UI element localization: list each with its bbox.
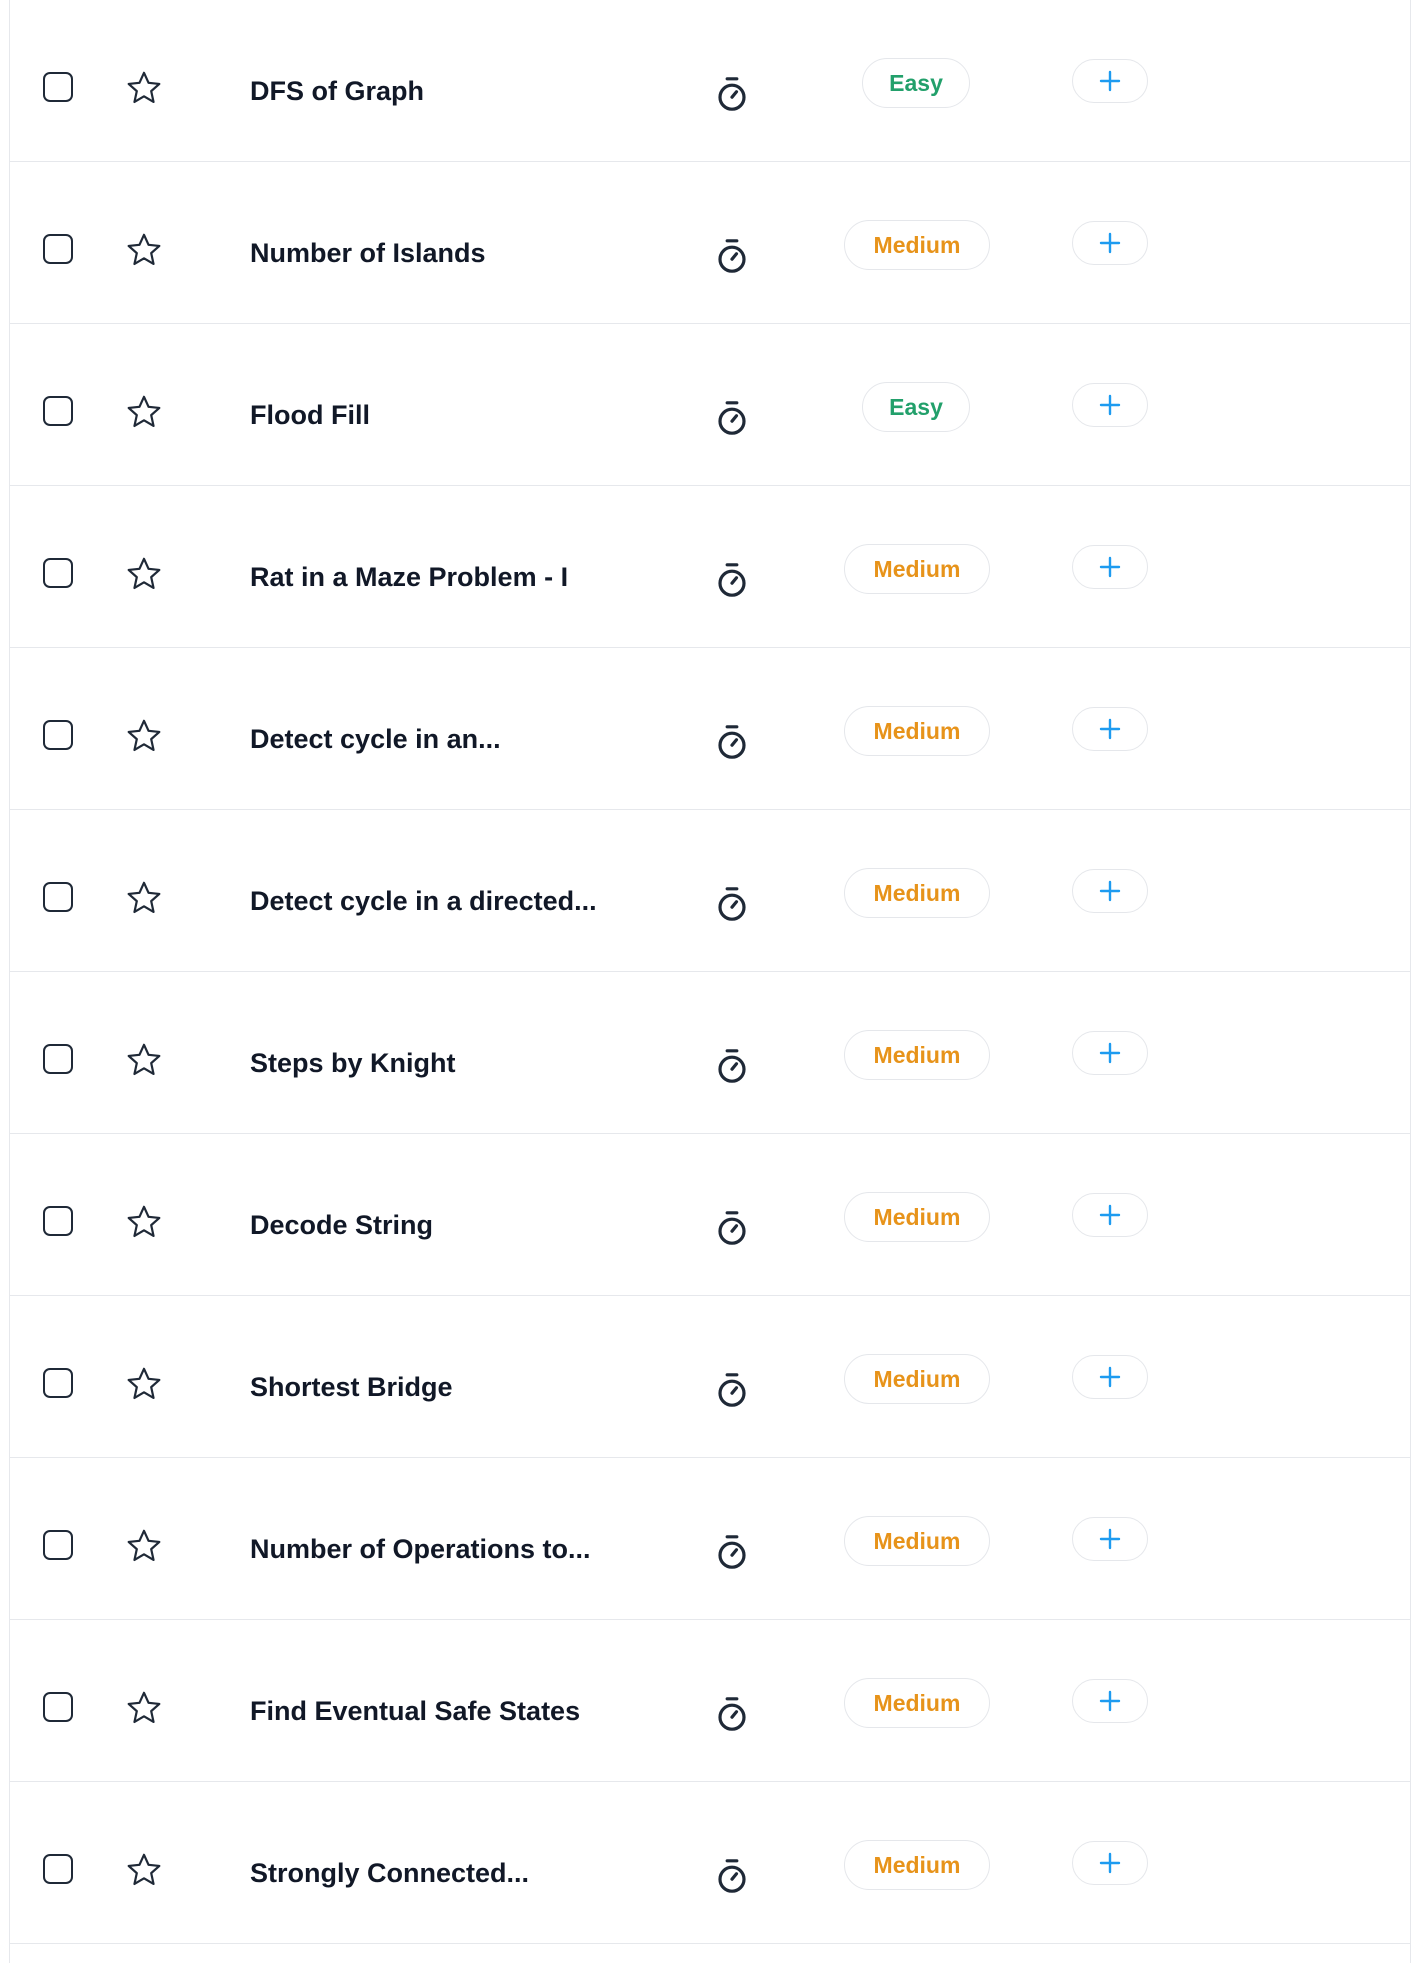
- star-icon[interactable]: [125, 1204, 163, 1240]
- plus-icon: [1098, 69, 1122, 93]
- table-row: Steps by Knight Medium: [10, 972, 1410, 1134]
- star-icon[interactable]: [125, 1690, 163, 1726]
- add-button[interactable]: [1072, 707, 1148, 751]
- checkbox-icon[interactable]: [43, 396, 73, 426]
- table-row: Flood Fill Easy: [10, 324, 1410, 486]
- problem-title[interactable]: Detect cycle in a directed...: [250, 882, 670, 920]
- checkbox-icon[interactable]: [43, 558, 73, 588]
- difficulty-badge: Easy: [862, 382, 970, 432]
- stopwatch-icon[interactable]: [716, 1048, 748, 1084]
- table-row: Detect cycle in an... Medium: [10, 648, 1410, 810]
- problem-title[interactable]: DFS of Graph: [250, 72, 670, 110]
- add-button[interactable]: [1072, 221, 1148, 265]
- plus-icon: [1098, 879, 1122, 903]
- stopwatch-icon[interactable]: [716, 1696, 748, 1732]
- table-row: DFS of Graph Easy: [10, 0, 1410, 162]
- checkbox-icon[interactable]: [43, 720, 73, 750]
- stopwatch-icon[interactable]: [716, 886, 748, 922]
- problem-title[interactable]: Find Eventual Safe States: [250, 1692, 670, 1730]
- plus-icon: [1098, 231, 1122, 255]
- add-button[interactable]: [1072, 1355, 1148, 1399]
- checkbox-icon[interactable]: [43, 1206, 73, 1236]
- plus-icon: [1098, 1041, 1122, 1065]
- problem-title[interactable]: Rat in a Maze Problem - I: [250, 558, 670, 596]
- difficulty-badge: Medium: [844, 1030, 990, 1080]
- checkbox-icon[interactable]: [43, 1692, 73, 1722]
- difficulty-badge: Medium: [844, 1354, 990, 1404]
- plus-icon: [1098, 393, 1122, 417]
- plus-icon: [1098, 1365, 1122, 1389]
- checkbox-icon[interactable]: [43, 882, 73, 912]
- stopwatch-icon[interactable]: [716, 1210, 748, 1246]
- star-icon[interactable]: [125, 556, 163, 592]
- table-row: Decode String Medium: [10, 1134, 1410, 1296]
- stopwatch-icon[interactable]: [716, 1858, 748, 1894]
- difficulty-badge: Medium: [844, 706, 990, 756]
- difficulty-badge: Medium: [844, 1192, 990, 1242]
- difficulty-badge: Medium: [844, 1678, 990, 1728]
- checkbox-icon[interactable]: [43, 1854, 73, 1884]
- add-button[interactable]: [1072, 1031, 1148, 1075]
- checkbox-icon[interactable]: [43, 72, 73, 102]
- table-row: Number of Islands Medium: [10, 162, 1410, 324]
- problem-title[interactable]: Number of Operations to...: [250, 1530, 670, 1568]
- add-button[interactable]: [1072, 1517, 1148, 1561]
- add-button[interactable]: [1072, 383, 1148, 427]
- table-row: Number of Operations to... Medium: [10, 1458, 1410, 1620]
- difficulty-badge: Medium: [844, 544, 990, 594]
- difficulty-badge: Medium: [844, 220, 990, 270]
- problem-table: DFS of Graph Easy Number of Islands Medium F…: [9, 0, 1411, 1963]
- star-icon[interactable]: [125, 70, 163, 106]
- stopwatch-icon[interactable]: [716, 238, 748, 274]
- stopwatch-icon[interactable]: [716, 724, 748, 760]
- add-button[interactable]: [1072, 1841, 1148, 1885]
- star-icon[interactable]: [125, 1042, 163, 1078]
- checkbox-icon[interactable]: [43, 1368, 73, 1398]
- problem-title[interactable]: Detect cycle in an...: [250, 720, 670, 758]
- add-button[interactable]: [1072, 59, 1148, 103]
- checkbox-icon[interactable]: [43, 1044, 73, 1074]
- table-row: Find Eventual Safe States Medium: [10, 1620, 1410, 1782]
- add-button[interactable]: [1072, 1679, 1148, 1723]
- add-button[interactable]: [1072, 1193, 1148, 1237]
- stopwatch-icon[interactable]: [716, 562, 748, 598]
- plus-icon: [1098, 555, 1122, 579]
- problem-title[interactable]: Decode String: [250, 1206, 670, 1244]
- table-row: Shortest Bridge Medium: [10, 1296, 1410, 1458]
- difficulty-badge: Medium: [844, 1516, 990, 1566]
- problem-title[interactable]: Steps by Knight: [250, 1044, 670, 1082]
- add-button[interactable]: [1072, 869, 1148, 913]
- table-row: Strongly Connected... Medium: [10, 1782, 1410, 1944]
- star-icon[interactable]: [125, 880, 163, 916]
- plus-icon: [1098, 717, 1122, 741]
- stopwatch-icon[interactable]: [716, 76, 748, 112]
- stopwatch-icon[interactable]: [716, 400, 748, 436]
- star-icon[interactable]: [125, 1528, 163, 1564]
- add-button[interactable]: [1072, 545, 1148, 589]
- difficulty-badge: Medium: [844, 1840, 990, 1890]
- star-icon[interactable]: [125, 394, 163, 430]
- problem-title[interactable]: Flood Fill: [250, 396, 670, 434]
- difficulty-badge: Easy: [862, 58, 970, 108]
- star-icon[interactable]: [125, 232, 163, 268]
- problem-title[interactable]: Strongly Connected...: [250, 1854, 670, 1892]
- star-icon[interactable]: [125, 718, 163, 754]
- table-row: Detect cycle in a directed... Medium: [10, 810, 1410, 972]
- table-row: Rat in a Maze Problem - I Medium: [10, 486, 1410, 648]
- problem-title[interactable]: Shortest Bridge: [250, 1368, 670, 1406]
- plus-icon: [1098, 1689, 1122, 1713]
- difficulty-badge: Medium: [844, 868, 990, 918]
- stopwatch-icon[interactable]: [716, 1534, 748, 1570]
- plus-icon: [1098, 1203, 1122, 1227]
- plus-icon: [1098, 1527, 1122, 1551]
- stopwatch-icon[interactable]: [716, 1372, 748, 1408]
- star-icon[interactable]: [125, 1366, 163, 1402]
- checkbox-icon[interactable]: [43, 1530, 73, 1560]
- star-icon[interactable]: [125, 1852, 163, 1888]
- plus-icon: [1098, 1851, 1122, 1875]
- problem-title[interactable]: Number of Islands: [250, 234, 670, 272]
- checkbox-icon[interactable]: [43, 234, 73, 264]
